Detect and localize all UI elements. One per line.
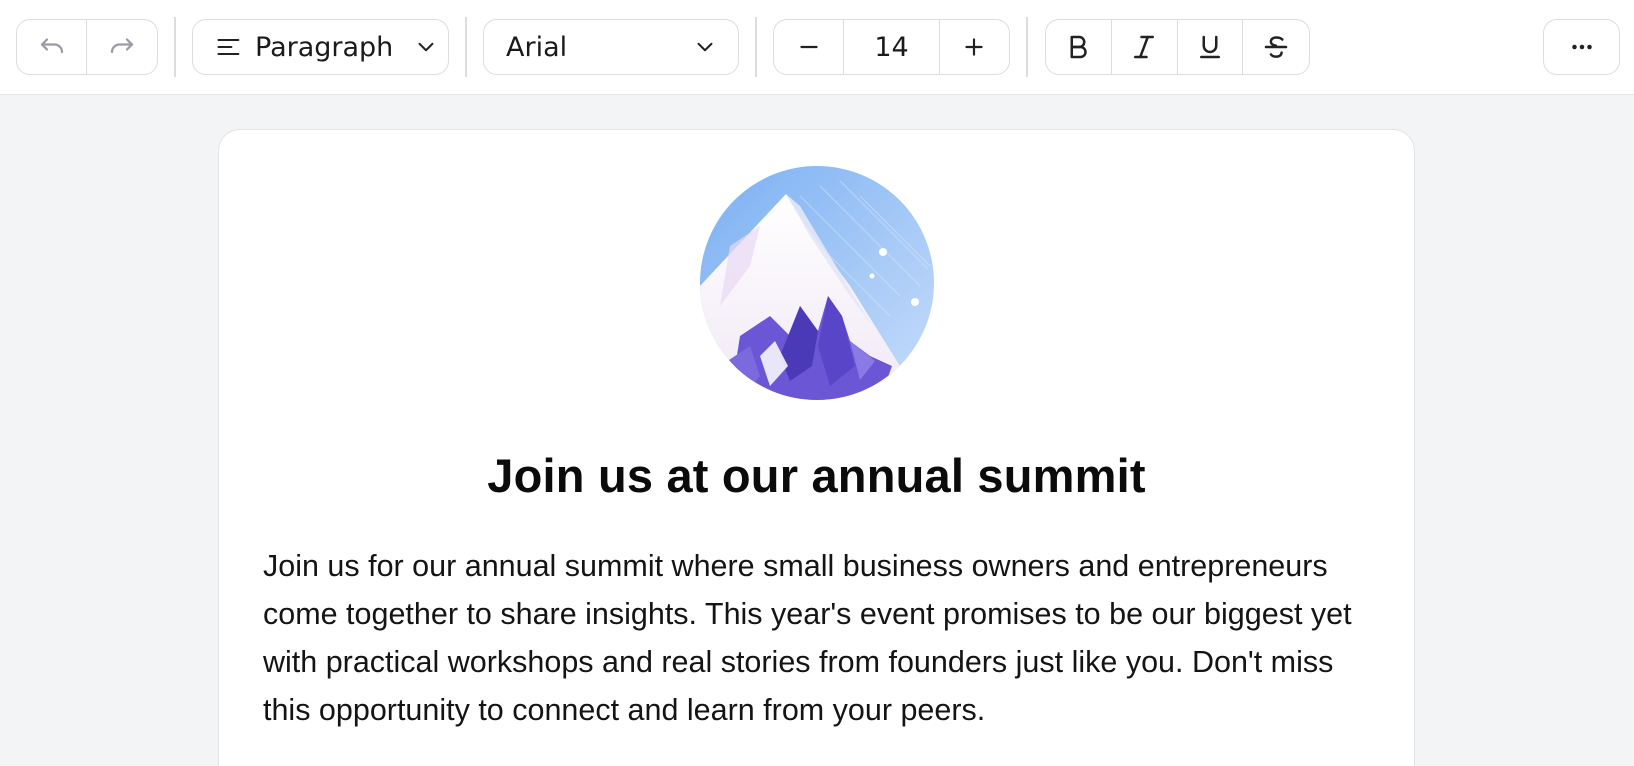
minus-icon	[799, 45, 818, 49]
align-left-icon	[217, 38, 240, 56]
block-type-dropdown[interactable]: Paragraph	[192, 19, 449, 75]
toolbar-divider	[755, 17, 757, 77]
font-size-input[interactable]: 14	[844, 20, 940, 74]
mountain-illustration[interactable]	[700, 166, 934, 400]
history-group	[16, 19, 158, 75]
font-size-stepper: 14	[773, 19, 1010, 75]
bold-button[interactable]	[1046, 20, 1112, 74]
more-options-button[interactable]	[1543, 19, 1620, 75]
decrease-font-size-button[interactable]	[774, 20, 844, 74]
font-family-label: Arial	[506, 31, 568, 63]
document-heading[interactable]: Join us at our annual summit	[219, 448, 1414, 503]
increase-font-size-button[interactable]	[940, 20, 1008, 74]
italic-icon	[1134, 35, 1155, 59]
text-format-group	[1045, 19, 1310, 75]
bold-icon	[1070, 35, 1088, 59]
underline-button[interactable]	[1178, 20, 1244, 74]
more-horizontal-icon	[1571, 44, 1592, 50]
block-type-label: Paragraph	[255, 31, 394, 63]
strikethrough-icon	[1264, 36, 1288, 58]
document-body-paragraph[interactable]: Join us for our annual summit where smal…	[263, 542, 1383, 734]
editor-toolbar: Paragraph Arial 14	[0, 0, 1634, 95]
underline-icon	[1199, 35, 1220, 59]
undo-button[interactable]	[17, 20, 87, 74]
toolbar-divider	[465, 17, 467, 77]
italic-button[interactable]	[1112, 20, 1178, 74]
toolbar-divider	[1026, 17, 1028, 77]
undo-icon	[40, 38, 63, 54]
font-family-dropdown[interactable]: Arial	[483, 19, 739, 75]
plus-icon	[965, 38, 983, 56]
strikethrough-button[interactable]	[1243, 20, 1309, 74]
chevron-down-icon	[418, 42, 434, 52]
toolbar-divider	[174, 17, 176, 77]
redo-button[interactable]	[87, 20, 157, 74]
font-size-value: 14	[874, 31, 909, 63]
chevron-down-icon	[697, 42, 713, 52]
redo-icon	[110, 38, 134, 54]
document-canvas[interactable]: Join us at our annual summit Join us for…	[218, 129, 1415, 766]
